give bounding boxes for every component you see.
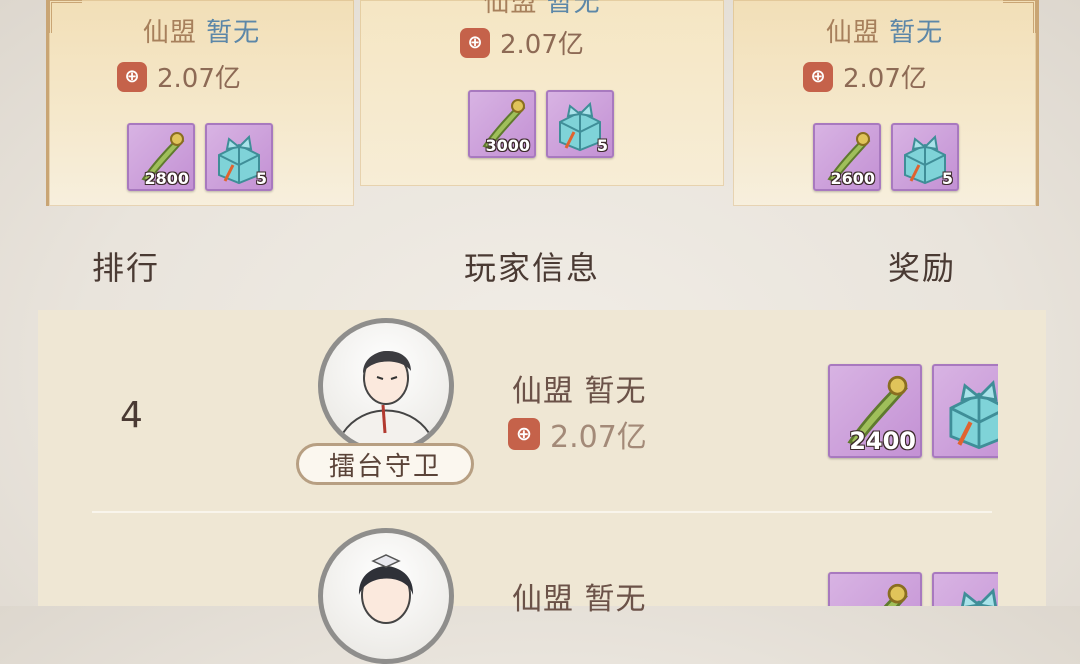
reward-item-gift-box[interactable]: 5 xyxy=(891,123,959,191)
scroll-icon xyxy=(883,583,908,606)
guild-label: 仙盟 xyxy=(142,18,197,48)
gift-box-icon xyxy=(961,587,998,606)
row-guild: 仙盟 暂无 xyxy=(512,574,647,618)
item-count: 2800 xyxy=(144,169,189,188)
item-count: 2600 xyxy=(830,169,875,188)
top-rank-card-left[interactable]: 仙盟 暂无 ⊕ 2.07亿 2800 5 xyxy=(46,0,354,206)
power-value: 2.07亿 xyxy=(500,30,584,60)
guild-value: 暂无 xyxy=(206,18,261,48)
reward-item-gift-box[interactable]: 5 xyxy=(546,90,614,158)
row-divider xyxy=(92,511,992,513)
guild-label: 仙盟 xyxy=(512,582,574,617)
guild-label: 仙盟 xyxy=(483,0,538,18)
item-count: 3000 xyxy=(485,136,530,155)
reward-item-scroll[interactable]: 2800 xyxy=(127,123,195,191)
row-power: ⊕ 2.07亿 xyxy=(508,412,647,456)
reward-item-gift-box[interactable] xyxy=(932,364,998,458)
item-count: 2400 xyxy=(849,427,916,455)
reward-item-gift-box[interactable] xyxy=(932,572,998,606)
player-avatar[interactable] xyxy=(318,528,454,664)
reward-item-scroll[interactable] xyxy=(828,572,922,606)
avatar-portrait-icon xyxy=(358,554,414,624)
row-rank: 4 xyxy=(120,395,143,436)
guild-value: 暂无 xyxy=(584,374,647,409)
player-avatar[interactable] xyxy=(318,318,454,454)
card-power: ⊕ 2.07亿 xyxy=(117,58,241,95)
reward-item-gift-box[interactable]: 5 xyxy=(205,123,273,191)
gift-box-icon xyxy=(949,379,998,450)
item-count: 5 xyxy=(255,169,267,188)
top-rank-card-right[interactable]: 仙盟 暂无 ⊕ 2.07亿 2600 5 xyxy=(733,0,1039,206)
item-count: 5 xyxy=(596,136,608,155)
guild-value: 暂无 xyxy=(889,18,944,48)
guild-value: 暂无 xyxy=(546,0,601,18)
reward-item-scroll[interactable]: 2600 xyxy=(813,123,881,191)
combat-power-icon: ⊕ xyxy=(803,61,833,92)
power-value: 2.07亿 xyxy=(550,420,647,455)
power-value: 2.07亿 xyxy=(843,64,927,94)
item-count: 5 xyxy=(941,169,953,188)
header-rank: 排行 xyxy=(92,249,161,287)
combat-power-icon: ⊕ xyxy=(117,61,147,92)
avatar-portrait-icon xyxy=(342,350,430,449)
row-guild: 仙盟 暂无 xyxy=(512,366,647,410)
card-guild: 仙盟 暂无 xyxy=(49,12,354,49)
player-title-badge: 擂台守卫 xyxy=(296,443,474,485)
top-rank-card-center[interactable]: 仙盟 暂无 ⊕ 2.07亿 3000 5 xyxy=(360,0,724,186)
card-guild: 仙盟 暂无 xyxy=(733,12,1036,49)
card-guild: 仙盟 暂无 xyxy=(360,0,724,19)
header-player-info: 玩家信息 xyxy=(464,249,601,287)
combat-power-icon: ⊕ xyxy=(460,27,490,58)
guild-label: 仙盟 xyxy=(512,374,574,409)
header-reward: 奖励 xyxy=(888,249,957,287)
guild-label: 仙盟 xyxy=(825,18,880,48)
card-power: ⊕ 2.07亿 xyxy=(460,24,584,61)
reward-item-scroll[interactable]: 3000 xyxy=(468,90,536,158)
reward-item-scroll[interactable]: 2400 xyxy=(828,364,922,458)
combat-power-icon: ⊕ xyxy=(508,418,540,450)
card-power: ⊕ 2.07亿 xyxy=(803,58,927,95)
power-value: 2.07亿 xyxy=(157,64,241,94)
row-reward-clip: 2400 xyxy=(820,356,998,606)
guild-value: 暂无 xyxy=(584,582,647,617)
